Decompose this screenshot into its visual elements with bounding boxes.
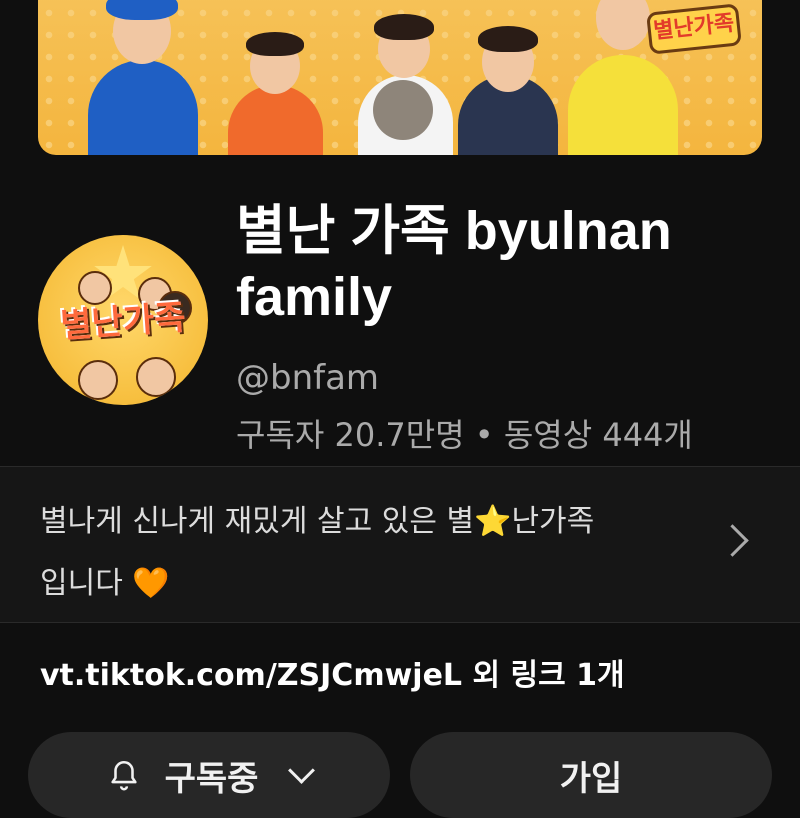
description-line1b: 난가족: [511, 504, 595, 539]
avatar-character: [136, 357, 176, 397]
avatar-character: [78, 360, 118, 400]
banner-cat: [373, 80, 433, 140]
bell-icon: [110, 760, 137, 791]
subscribed-label: 구독중: [164, 758, 259, 799]
description-line1: 별나게 신나게 재밌게 살고 있은 별: [40, 504, 475, 539]
star-emoji-icon: ⭐: [474, 504, 512, 539]
more-links[interactable]: 외 링크 1개: [462, 658, 624, 693]
description-text: 별나게 신나게 재밌게 살고 있은 별⭐난가족 입니다 🧡: [40, 491, 700, 615]
channel-description[interactable]: 별나게 신나게 재밌게 살고 있은 별⭐난가족 입니다 🧡: [0, 466, 800, 623]
channel-stats: 구독자 20.7만명 • 동영상 444개: [236, 416, 693, 454]
channel-banner: 별난가족: [38, 0, 762, 155]
primary-link[interactable]: vt.tiktok.com/ZSJCmwjeL: [40, 658, 462, 693]
join-label: 가입: [559, 758, 623, 799]
heart-emoji-icon: 🧡: [132, 566, 170, 601]
chevron-right-icon[interactable]: [716, 524, 749, 557]
banner-person-hair: [478, 26, 538, 52]
subscribed-button[interactable]: 구독중: [28, 732, 390, 818]
description-line2: 입니다: [40, 566, 123, 601]
avatar-logo: 별난가족: [59, 297, 187, 347]
banner-person-hair: [106, 0, 178, 20]
banner-person-hair: [374, 14, 434, 40]
chevron-down-icon: [288, 756, 316, 784]
banner-person: [568, 55, 678, 155]
channel-title: 별난 가족 byulnan family: [236, 201, 672, 327]
channel-handle: @bnfam: [236, 358, 380, 398]
channel-avatar[interactable]: 별난가족: [38, 235, 208, 405]
channel-links[interactable]: vt.tiktok.com/ZSJCmwjeL 외 링크 1개: [40, 650, 625, 694]
join-button[interactable]: 가입: [410, 732, 772, 818]
banner-person-hair: [246, 32, 304, 56]
